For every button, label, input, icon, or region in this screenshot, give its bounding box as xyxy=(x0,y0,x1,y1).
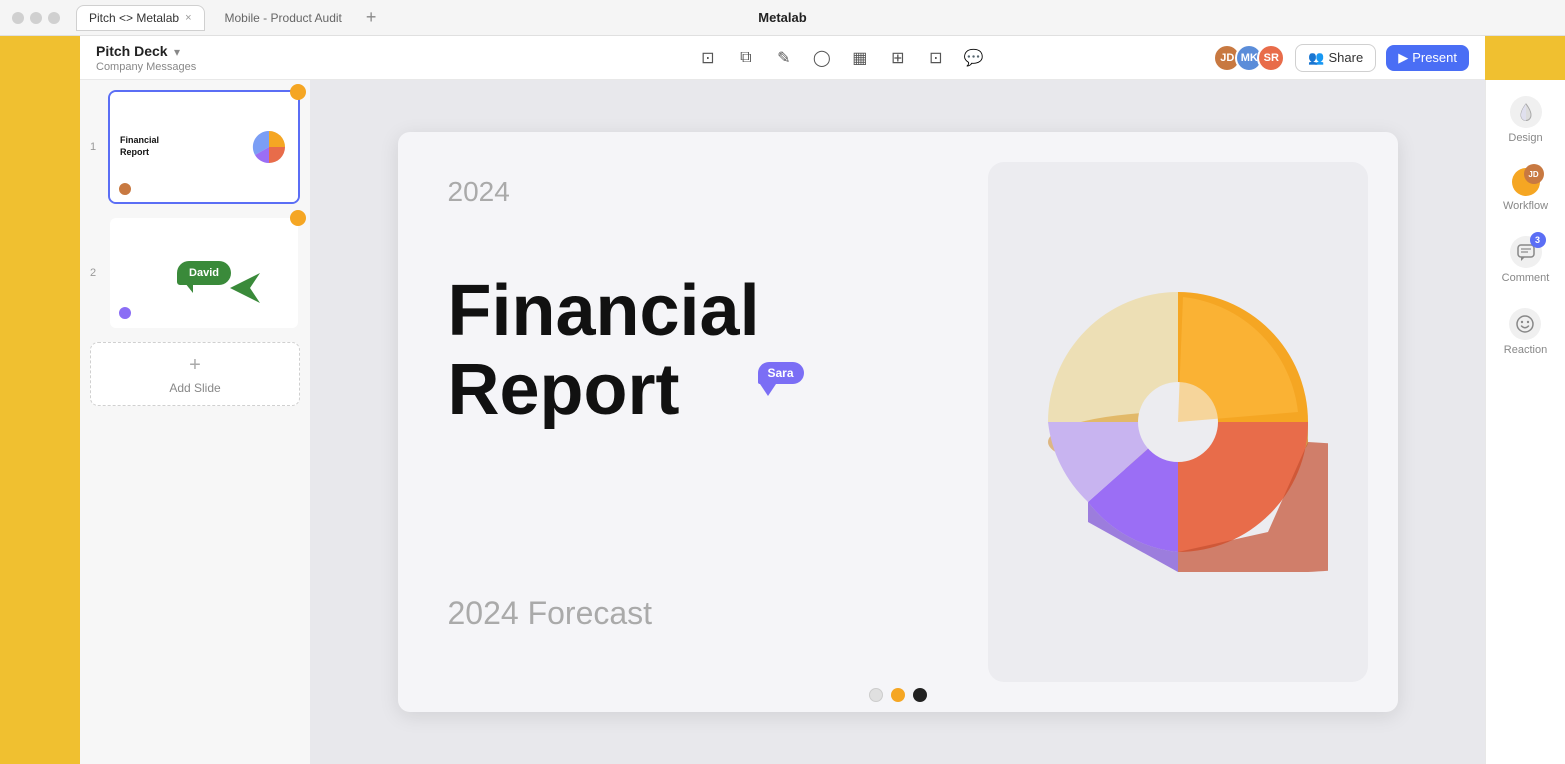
workflow-label: Workflow xyxy=(1503,200,1548,212)
share-button[interactable]: 👥 Share xyxy=(1295,44,1376,72)
app-title: Metalab xyxy=(758,10,806,25)
share-icon: 👥 xyxy=(1308,50,1324,66)
tab-inactive-label: Mobile - Product Audit xyxy=(225,11,342,25)
copy-tool[interactable]: ⧉ xyxy=(732,44,760,72)
toolbar-subtitle: Company Messages xyxy=(96,61,196,73)
reaction-panel-item[interactable]: Reaction xyxy=(1504,308,1547,356)
slide-2-inner: David xyxy=(108,216,300,330)
play-icon: ▶ xyxy=(1398,50,1408,66)
reaction-label: Reaction xyxy=(1504,344,1547,356)
comment-tool[interactable]: 💬 xyxy=(960,44,988,72)
add-slide-button[interactable]: + Add Slide xyxy=(90,342,300,406)
present-button[interactable]: ▶ Present xyxy=(1386,45,1469,71)
canvas-area: 2024 Financial Report Sara 2024 Forecast xyxy=(310,80,1485,764)
reaction-icon xyxy=(1509,308,1541,340)
circle-tool[interactable]: ◯ xyxy=(808,44,836,72)
slide-1-inner: FinancialReport xyxy=(108,90,300,204)
slide-year: 2024 xyxy=(448,176,510,208)
workflow-panel-item[interactable]: JD Workflow xyxy=(1503,168,1548,212)
plus-icon: + xyxy=(189,354,201,377)
pie-chart-area xyxy=(988,162,1368,682)
pie-chart-svg xyxy=(1028,272,1328,572)
sara-cursor: Sara xyxy=(758,362,804,396)
slide-1-avatars xyxy=(118,182,132,196)
minimize-btn[interactable] xyxy=(30,12,42,24)
edit-tool[interactable]: ✎ xyxy=(770,44,798,72)
chart-tool[interactable]: ▦ xyxy=(846,44,874,72)
sara-label: Sara xyxy=(758,362,804,384)
toolbar-title: Pitch Deck xyxy=(96,43,168,59)
avatar-3: SR xyxy=(1257,44,1285,72)
design-label: Design xyxy=(1508,132,1542,144)
slide-1-text: FinancialReport xyxy=(120,135,159,158)
slide-canvas[interactable]: 2024 Financial Report Sara 2024 Forecast xyxy=(398,132,1398,712)
toolbar: Pitch Deck ▾ Company Messages ⊡ ⧉ ✎ ◯ ▦ … xyxy=(80,36,1485,80)
slide-main-title: Financial Report xyxy=(448,272,760,430)
crop-tool[interactable]: ⊡ xyxy=(922,44,950,72)
share-label: Share xyxy=(1328,50,1363,65)
slide-2-thumb[interactable]: 2 David xyxy=(108,216,300,330)
slide-1-pie xyxy=(250,128,288,166)
david-bubble-arrow xyxy=(185,283,193,293)
david-label: David xyxy=(189,267,219,279)
toolbar-title-group: Pitch Deck ▾ Company Messages xyxy=(96,43,196,73)
add-slide-label: Add Slide xyxy=(169,381,220,395)
maximize-btn[interactable] xyxy=(48,12,60,24)
window-controls xyxy=(12,12,60,24)
workflow-avatar: JD xyxy=(1524,164,1544,184)
close-icon[interactable]: × xyxy=(185,12,191,24)
thumb-avatar-1 xyxy=(118,182,132,196)
slide-2-content: David xyxy=(110,218,298,328)
left-yellow-bg xyxy=(0,36,80,764)
slide-1-thumb[interactable]: 1 FinancialReport xyxy=(108,90,300,204)
tab-active-label: Pitch <> Metalab xyxy=(89,11,179,25)
david-bubble: David xyxy=(177,261,231,285)
tab-mobile-audit[interactable]: Mobile - Product Audit xyxy=(213,6,354,30)
chevron-down-icon[interactable]: ▾ xyxy=(174,45,180,59)
design-panel-item[interactable]: Design xyxy=(1508,96,1542,144)
slide-subtitle: 2024 Forecast xyxy=(448,595,653,632)
toolbar-left: Pitch Deck ▾ Company Messages xyxy=(96,43,468,73)
thumb-avatar-2 xyxy=(118,306,132,320)
titlebar: Pitch <> Metalab × Mobile - Product Audi… xyxy=(0,0,1565,36)
comment-icon: 3 xyxy=(1510,236,1542,268)
present-label: Present xyxy=(1412,50,1457,65)
dot-indicators xyxy=(869,688,927,702)
tab-pitch-metalab[interactable]: Pitch <> Metalab × xyxy=(76,5,205,31)
slide-title-line2: Report xyxy=(448,350,680,430)
tab-add-button[interactable]: + xyxy=(362,7,381,28)
comment-panel-item[interactable]: 3 Comment xyxy=(1502,236,1550,284)
slide-1-content: FinancialReport xyxy=(110,92,298,202)
cursor-pointer xyxy=(760,384,776,396)
slide-1-num: 1 xyxy=(90,141,96,153)
comment-label: Comment xyxy=(1502,272,1550,284)
toolbar-tools: ⊡ ⧉ ✎ ◯ ▦ ⊞ ⊡ 💬 xyxy=(468,44,1213,72)
frame-tool[interactable]: ⊡ xyxy=(694,44,722,72)
collaborator-avatars: JD MK SR xyxy=(1213,44,1285,72)
slides-panel: 1 FinancialReport xyxy=(80,80,310,764)
slide-title-line1: Financial xyxy=(448,271,760,351)
table-tool[interactable]: ⊞ xyxy=(884,44,912,72)
slide-1-orange-dot xyxy=(290,84,306,100)
dot-1[interactable] xyxy=(869,688,883,702)
slide-2-orange-dot xyxy=(290,210,306,226)
comment-badge: 3 xyxy=(1530,232,1546,248)
design-icon xyxy=(1510,96,1542,128)
slide-2-num: 2 xyxy=(90,267,96,279)
right-panel: Design JD Workflow 3 Comment xyxy=(1485,80,1565,764)
close-btn[interactable] xyxy=(12,12,24,24)
toolbar-right: JD MK SR 👥 Share ▶ Present xyxy=(1213,44,1469,72)
dot-2[interactable] xyxy=(891,688,905,702)
dot-3[interactable] xyxy=(913,688,927,702)
